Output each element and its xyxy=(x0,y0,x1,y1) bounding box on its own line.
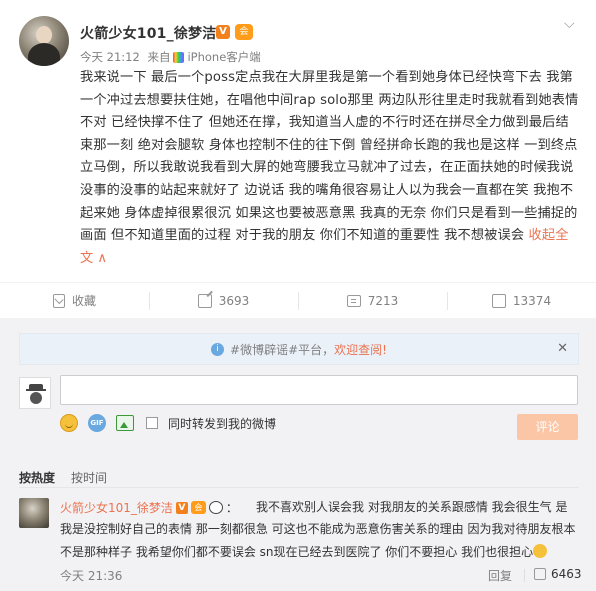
rumor-notice: i #微博辟谣#平台， 欢迎查阅! ✕ xyxy=(19,333,579,365)
notice-text: #微博辟谣#平台， xyxy=(230,342,335,357)
verified-badge-icon: V xyxy=(175,501,188,514)
thumbs-up-icon xyxy=(491,293,506,308)
forward-label: 同时转发到我的微博 xyxy=(168,416,277,431)
post-time[interactable]: 今天 21:12 xyxy=(80,49,140,65)
avatar-hat-brim xyxy=(26,389,46,391)
collapse-arrow-icon[interactable]: ∧ xyxy=(97,251,107,266)
share-count: 3693 xyxy=(218,293,250,308)
comment-sort-tabs: 按热度 按时间 xyxy=(19,469,107,486)
notice-link[interactable]: 欢迎查阅! xyxy=(334,341,387,358)
image-icon[interactable] xyxy=(116,415,134,431)
comment-button[interactable]: 7213 xyxy=(298,283,447,318)
current-user-avatar[interactable] xyxy=(19,377,51,409)
comment-time: 今天 21:36 xyxy=(60,569,123,583)
panda-badge-icon xyxy=(208,501,223,514)
forward-checkbox[interactable] xyxy=(146,417,158,429)
like-button[interactable]: 13374 xyxy=(447,283,596,318)
comment-header: 火箭少女101_徐梦洁 V 会 ： xyxy=(60,499,238,516)
member-badge-icon: 会 xyxy=(235,24,253,40)
avatar-face xyxy=(30,392,42,404)
submit-comment-button[interactable]: 评论 xyxy=(517,414,578,440)
post-meta: 今天 21:12 来自 iPhone客户端 xyxy=(80,49,261,65)
gif-icon[interactable]: GIF xyxy=(88,414,106,432)
thumbs-up-icon xyxy=(534,568,546,580)
post-action-bar: 收藏 3693 7213 13374 xyxy=(0,282,596,318)
favorite-icon xyxy=(52,293,65,308)
like-count: 13374 xyxy=(512,293,552,308)
composer-tools: GIF 同时转发到我的微博 xyxy=(60,414,276,432)
comment-like-count: 6463 xyxy=(551,567,582,581)
favorite-button[interactable]: 收藏 xyxy=(0,283,149,318)
info-icon: i xyxy=(211,342,225,356)
comment-section: i #微博辟谣#平台， 欢迎查阅! ✕ GIF 同时转发到我的微博 评论 按热度… xyxy=(0,318,596,591)
share-icon xyxy=(197,293,212,308)
rainbow-icon xyxy=(173,51,185,63)
post-content: 我来说一下 最后一个poss定点我在大屏里我是第一个看到她身体已经快弯下去 我第… xyxy=(80,67,580,270)
close-icon[interactable]: ✕ xyxy=(557,341,568,356)
worried-emoji-icon xyxy=(533,543,548,558)
comment-author-avatar[interactable] xyxy=(19,498,49,528)
share-button[interactable]: 3693 xyxy=(149,283,298,318)
member-badge-icon: 会 xyxy=(190,501,206,514)
comment-input[interactable] xyxy=(60,375,578,405)
footer-divider xyxy=(524,569,525,582)
verified-badge-icon: V xyxy=(216,25,230,39)
post-text: 我来说一下 最后一个poss定点我在大屏里我是第一个看到她身体已经快弯下去 我第… xyxy=(80,70,579,244)
avatar-body xyxy=(28,43,60,66)
comment-author-name[interactable]: 火箭少女101_徐梦洁 xyxy=(60,499,173,516)
tab-time[interactable]: 按时间 xyxy=(71,469,107,486)
comment-colon: ： xyxy=(225,501,238,515)
reply-button[interactable]: 回复 xyxy=(488,567,512,584)
comment-like-button[interactable]: 6463 xyxy=(534,567,582,581)
comment-count: 7213 xyxy=(367,293,399,308)
author-avatar[interactable] xyxy=(19,16,69,66)
comment-icon xyxy=(346,294,361,307)
source-prefix: 来自 xyxy=(147,50,171,64)
avatar-face xyxy=(36,26,52,44)
weibo-post-card: 火箭少女101_徐梦洁 V 会 ⌵ 今天 21:12 来自 iPhone客户端 … xyxy=(0,0,596,282)
source-device[interactable]: iPhone客户端 xyxy=(187,49,260,65)
sort-divider xyxy=(19,487,579,488)
favorite-label: 收藏 xyxy=(71,294,96,308)
chevron-down-icon[interactable]: ⌵ xyxy=(564,16,575,32)
emoji-icon[interactable] xyxy=(60,414,78,432)
tab-hot[interactable]: 按热度 xyxy=(19,469,55,486)
author-name[interactable]: 火箭少女101_徐梦洁 xyxy=(80,23,216,43)
